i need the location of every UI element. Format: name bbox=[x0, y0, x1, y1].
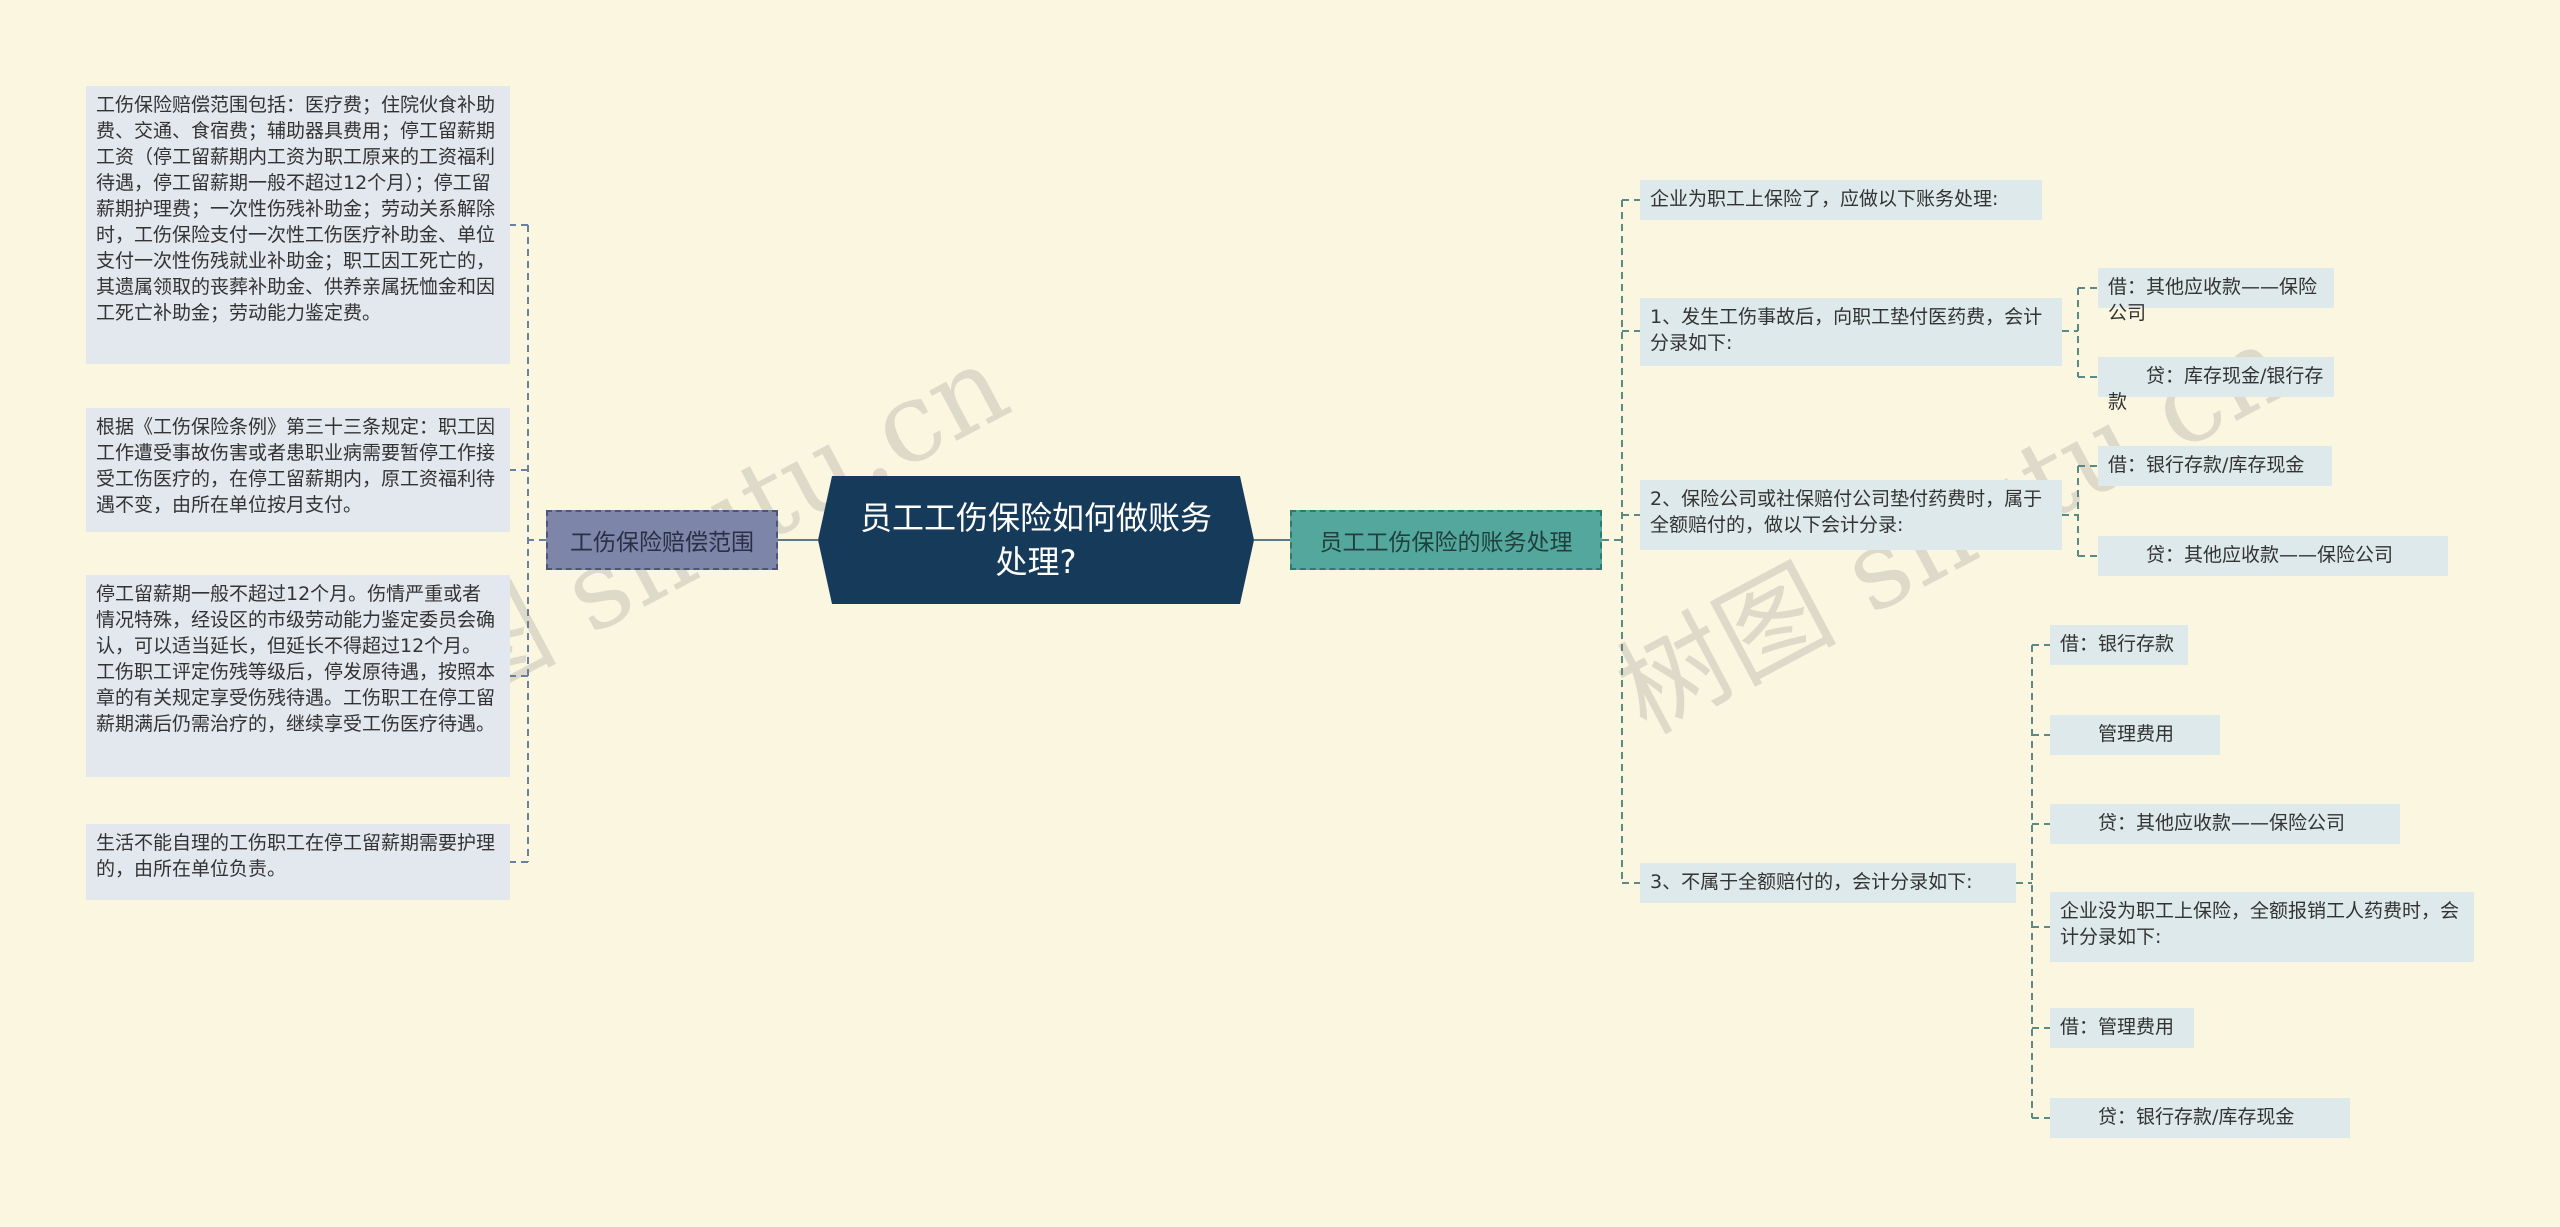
sub3-children-connector bbox=[2062, 465, 2098, 557]
sub4-credit-bank-cash[interactable]: 贷：银行存款/库存现金 bbox=[2050, 1098, 2350, 1138]
branch-compensation-scope-label: 工伤保险赔偿范围 bbox=[570, 530, 754, 556]
left-leaf-3[interactable]: 停工留薪期一般不超过12个月。伤情严重或者情况特殊，经设区的市级劳动能力鉴定委员… bbox=[86, 575, 510, 777]
left-leaf-2[interactable]: 根据《工伤保险条例》第三十三条规定：职工因工作遭受事故伤害或者患职业病需要暂停工… bbox=[86, 408, 510, 532]
sub4-debit-bank[interactable]: 借：银行存款 bbox=[2050, 625, 2188, 665]
branch-accounting-treatment-label: 员工工伤保险的账务处理 bbox=[1319, 530, 1573, 556]
left-connector-spine bbox=[527, 225, 546, 862]
branch-compensation-scope[interactable]: 工伤保险赔偿范围 bbox=[546, 510, 778, 570]
sub3-credit[interactable]: 贷：其他应收款——保险公司 bbox=[2098, 536, 2448, 576]
root-topic-label: 员工工伤保险如何做账务处理? bbox=[859, 499, 1212, 581]
sub4-credit-receivable[interactable]: 贷：其他应收款——保险公司 bbox=[2050, 804, 2400, 844]
sub3-debit[interactable]: 借：银行存款/库存现金 bbox=[2098, 446, 2332, 486]
mindmap-canvas: 树图 shutu.cn 树图 shutu.cn 员工工伤保险如何做账务处理? 工… bbox=[0, 0, 2560, 1227]
right-sub-3[interactable]: 2、保险公司或社保赔付公司垫付药费时，属于全额赔付的，做以下会计分录: bbox=[1640, 480, 2062, 550]
left-leaf-1[interactable]: 工伤保险赔偿范围包括：医疗费；住院伙食补助费、交通、食宿费；辅助器具费用；停工留… bbox=[86, 86, 510, 364]
root-topic[interactable]: 员工工伤保险如何做账务处理? bbox=[818, 476, 1254, 604]
sub2-children-connector bbox=[2062, 287, 2098, 378]
sub4-children-connector bbox=[2016, 644, 2050, 1119]
right-sub-2[interactable]: 1、发生工伤事故后，向职工垫付医药费，会计分录如下: bbox=[1640, 298, 2062, 366]
sub4-no-insurance[interactable]: 企业没为职工上保险，全额报销工人药费时，会计分录如下: bbox=[2050, 892, 2474, 962]
left-leaf-4[interactable]: 生活不能自理的工伤职工在停工留薪期需要护理的，由所在单位负责。 bbox=[86, 824, 510, 900]
sub2-credit[interactable]: 贷：库存现金/银行存款 bbox=[2098, 357, 2334, 413]
right-sub-4[interactable]: 3、不属于全额赔付的，会计分录如下: bbox=[1640, 863, 2016, 903]
branch-accounting-treatment[interactable]: 员工工伤保险的账务处理 bbox=[1290, 510, 1602, 570]
right-connector-spine bbox=[1602, 200, 1623, 883]
sub4-management-fee[interactable]: 管理费用 bbox=[2050, 715, 2220, 755]
sub4-debit-management[interactable]: 借：管理费用 bbox=[2050, 1008, 2194, 1048]
sub2-debit[interactable]: 借：其他应收款——保险公司 bbox=[2098, 268, 2334, 324]
right-sub-1[interactable]: 企业为职工上保险了，应做以下账务处理: bbox=[1640, 180, 2042, 220]
